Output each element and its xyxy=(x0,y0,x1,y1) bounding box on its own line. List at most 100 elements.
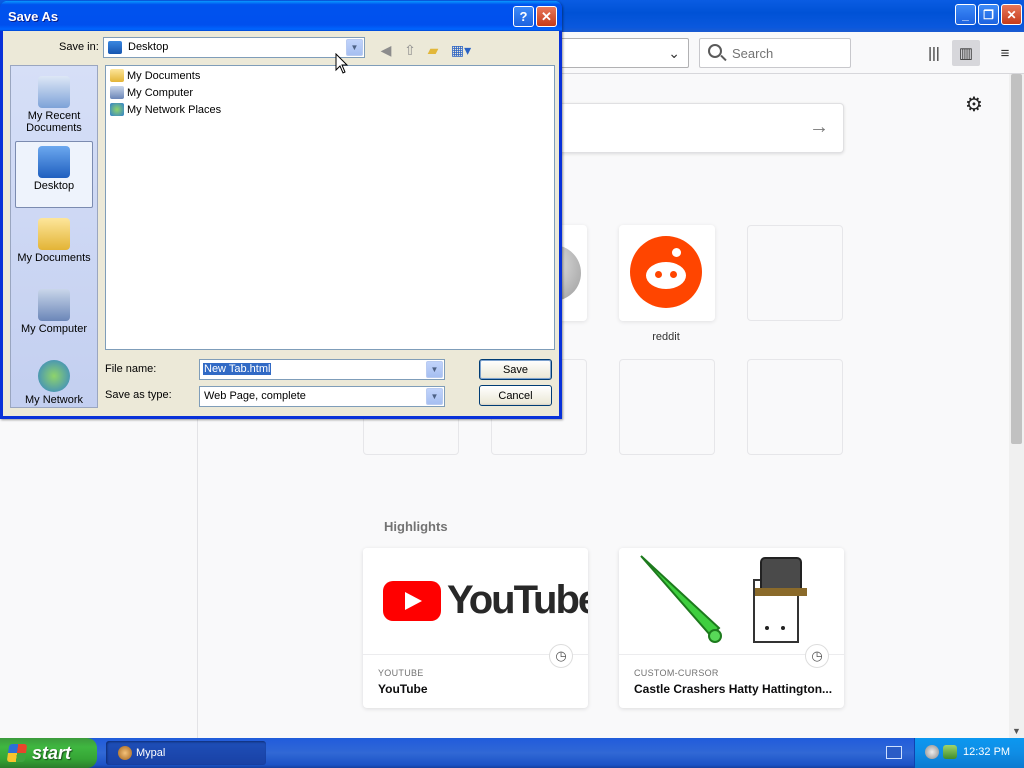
card-source: YOUTUBE xyxy=(378,668,424,678)
dialog-title: Save As xyxy=(8,9,59,24)
card-title: YouTube xyxy=(378,682,428,696)
highlight-card-youtube[interactable]: YouTube ◷ YOUTUBE YouTube xyxy=(363,548,588,708)
highlights-heading: Highlights xyxy=(384,519,448,534)
save-in-value: Desktop xyxy=(128,41,169,53)
gear-icon[interactable]: ⚙ xyxy=(965,92,983,117)
cancel-button[interactable]: Cancel xyxy=(479,385,552,406)
top-site-tile-empty[interactable] xyxy=(747,225,843,321)
url-bar[interactable]: ⌄ xyxy=(555,38,689,68)
folder-icon xyxy=(38,218,70,250)
place-label: My Recent Documents xyxy=(26,110,82,134)
page-scrollbar[interactable]: ▼ xyxy=(1009,74,1024,738)
close-button[interactable]: ✕ xyxy=(1001,4,1022,25)
top-site-tile-reddit[interactable] xyxy=(619,225,715,321)
tray-network-icon[interactable] xyxy=(943,745,957,759)
chevron-down-icon[interactable]: ⌄ xyxy=(668,45,680,62)
mypal-icon xyxy=(118,746,132,760)
tray-shield-icon[interactable] xyxy=(925,745,939,759)
network-icon xyxy=(38,360,70,392)
clock-icon: ◷ xyxy=(805,644,829,668)
card-source: CUSTOM-CURSOR xyxy=(634,668,719,678)
cursor-art-image xyxy=(640,555,807,643)
help-button[interactable]: ? xyxy=(513,6,534,27)
card-thumbnail xyxy=(619,548,844,655)
top-site-tile-empty[interactable] xyxy=(619,359,715,455)
clock-icon: ◷ xyxy=(549,644,573,668)
recent-documents-icon xyxy=(38,76,70,108)
top-site-tile-empty[interactable] xyxy=(747,359,843,455)
folder-icon xyxy=(110,69,124,82)
youtube-play-icon xyxy=(383,581,441,621)
place-my-recent-documents[interactable]: My Recent Documents xyxy=(11,72,97,134)
save-in-dropdown[interactable]: Desktop ▼ xyxy=(103,37,365,58)
taskbar: start Mypal 12:32 PM xyxy=(0,738,1024,768)
tile-label-reddit: reddit xyxy=(652,331,680,343)
place-my-computer[interactable]: My Computer xyxy=(11,285,97,335)
file-name: My Network Places xyxy=(127,103,222,116)
back-icon[interactable]: ◀ xyxy=(377,41,395,59)
system-tray: 12:32 PM xyxy=(914,738,1024,768)
reddit-antenna xyxy=(672,248,681,257)
save-as-type-label: Save as type: xyxy=(105,389,172,401)
taskbar-item-label: Mypal xyxy=(136,747,166,759)
dialog-close-button[interactable]: ✕ xyxy=(536,6,557,27)
network-icon xyxy=(110,103,124,116)
view-menu-icon[interactable]: ▦▾ xyxy=(449,41,473,59)
highlight-card-castle-crashers[interactable]: ◷ CUSTOM-CURSOR Castle Crashers Hatty Ha… xyxy=(619,548,844,708)
search-input[interactable]: Search xyxy=(699,38,851,68)
save-as-type-value: Web Page, complete xyxy=(204,390,306,402)
scroll-down-icon[interactable]: ▼ xyxy=(1012,726,1021,736)
start-button[interactable]: start xyxy=(0,738,97,768)
youtube-logo-text: YouTube xyxy=(447,578,588,622)
file-name: My Documents xyxy=(127,69,201,82)
reddit-logo-icon xyxy=(630,236,702,308)
new-folder-icon[interactable]: ▰ xyxy=(424,41,442,59)
list-item[interactable]: My Computer xyxy=(110,86,193,99)
chevron-down-icon[interactable]: ▼ xyxy=(426,361,443,378)
file-name-label: File name: xyxy=(105,363,157,375)
scrollbar-thumb[interactable] xyxy=(1011,74,1022,444)
minimize-button[interactable]: _ xyxy=(955,4,976,25)
card-thumbnail: YouTube xyxy=(363,548,588,655)
place-label: Desktop xyxy=(33,180,75,192)
place-label: My Computer xyxy=(20,323,88,335)
windows-flag-icon xyxy=(6,744,28,762)
arrow-right-icon[interactable]: → xyxy=(809,116,829,139)
desktop-icon xyxy=(108,41,122,54)
list-item[interactable]: My Documents xyxy=(110,69,200,82)
page-search-box[interactable]: → xyxy=(555,103,844,153)
place-desktop[interactable]: Desktop xyxy=(15,141,93,208)
list-item[interactable]: My Network Places xyxy=(110,103,221,116)
save-in-label: Save in: xyxy=(59,41,99,53)
dialog-titlebar[interactable]: Save As ? ✕ xyxy=(0,1,562,31)
card-title: Castle Crashers Hatty Hattington... xyxy=(634,682,833,696)
places-bar: My Recent Documents Desktop My Documents… xyxy=(10,65,98,408)
restore-button[interactable]: ❐ xyxy=(978,4,999,25)
search-icon xyxy=(708,44,722,58)
mouse-cursor-icon xyxy=(335,53,349,74)
sidebar-icon[interactable]: ▥ xyxy=(952,40,980,66)
menu-icon[interactable]: ≡ xyxy=(996,44,1014,62)
start-label: start xyxy=(32,742,72,763)
file-list[interactable]: My Documents My Computer My Network Plac… xyxy=(105,65,555,350)
chevron-down-icon[interactable]: ▼ xyxy=(426,388,443,405)
save-as-dialog: Save As ? ✕ Save in: Desktop ▼ ◀ ⇧ ▰ ▦▾ … xyxy=(0,1,562,419)
keyboard-icon[interactable] xyxy=(886,746,902,759)
place-label: My Network xyxy=(24,394,84,406)
library-icon[interactable]: ||| xyxy=(925,44,943,62)
reddit-face xyxy=(646,262,686,289)
computer-icon xyxy=(110,86,124,99)
tray-clock[interactable]: 12:32 PM xyxy=(963,746,1010,758)
file-name: My Computer xyxy=(127,86,194,99)
place-label: My Documents xyxy=(17,252,91,264)
file-name-field[interactable]: New Tab.html ▼ xyxy=(199,359,445,380)
up-folder-icon[interactable]: ⇧ xyxy=(401,41,419,59)
computer-icon xyxy=(38,289,70,321)
taskbar-item-mypal[interactable]: Mypal xyxy=(106,741,266,765)
place-my-documents[interactable]: My Documents xyxy=(11,214,97,264)
save-button[interactable]: Save xyxy=(479,359,552,380)
save-as-type-dropdown[interactable]: Web Page, complete ▼ xyxy=(199,386,445,407)
search-placeholder: Search xyxy=(732,46,774,61)
file-name-value[interactable]: New Tab.html xyxy=(203,363,272,375)
place-my-network[interactable]: My Network xyxy=(11,356,97,406)
